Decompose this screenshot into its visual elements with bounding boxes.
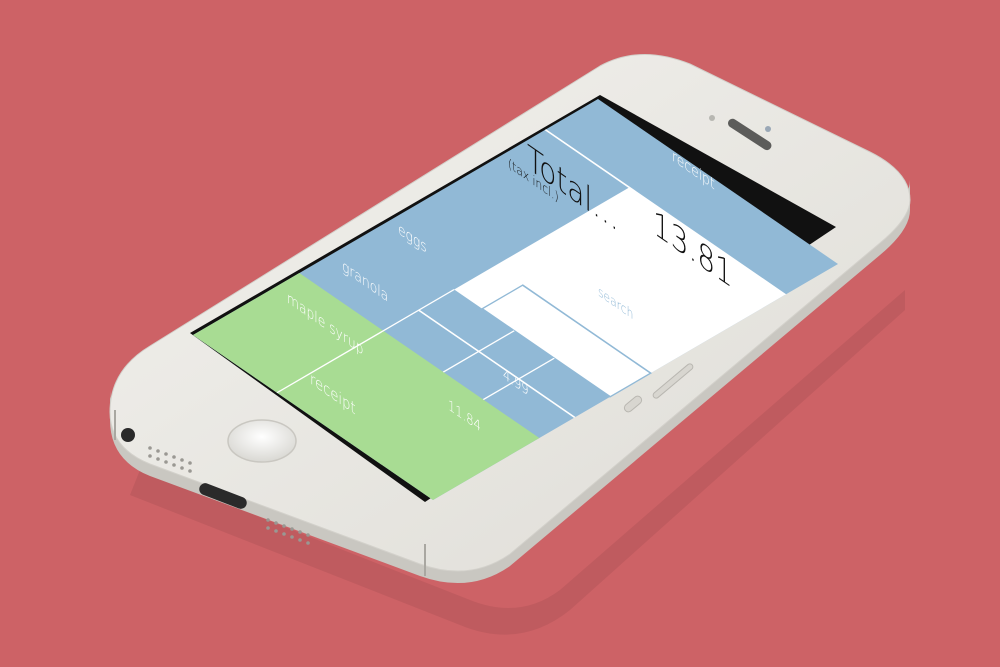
home-button[interactable] xyxy=(227,419,297,463)
headphone-jack xyxy=(121,428,135,442)
phone-mockup-scene: receipt Total... (tax incl.) 13.81 searc… xyxy=(0,0,1000,667)
phone-mockup-svg: receipt Total... (tax incl.) 13.81 searc… xyxy=(109,54,911,635)
proximity-sensor xyxy=(765,126,771,132)
front-camera xyxy=(709,115,715,121)
